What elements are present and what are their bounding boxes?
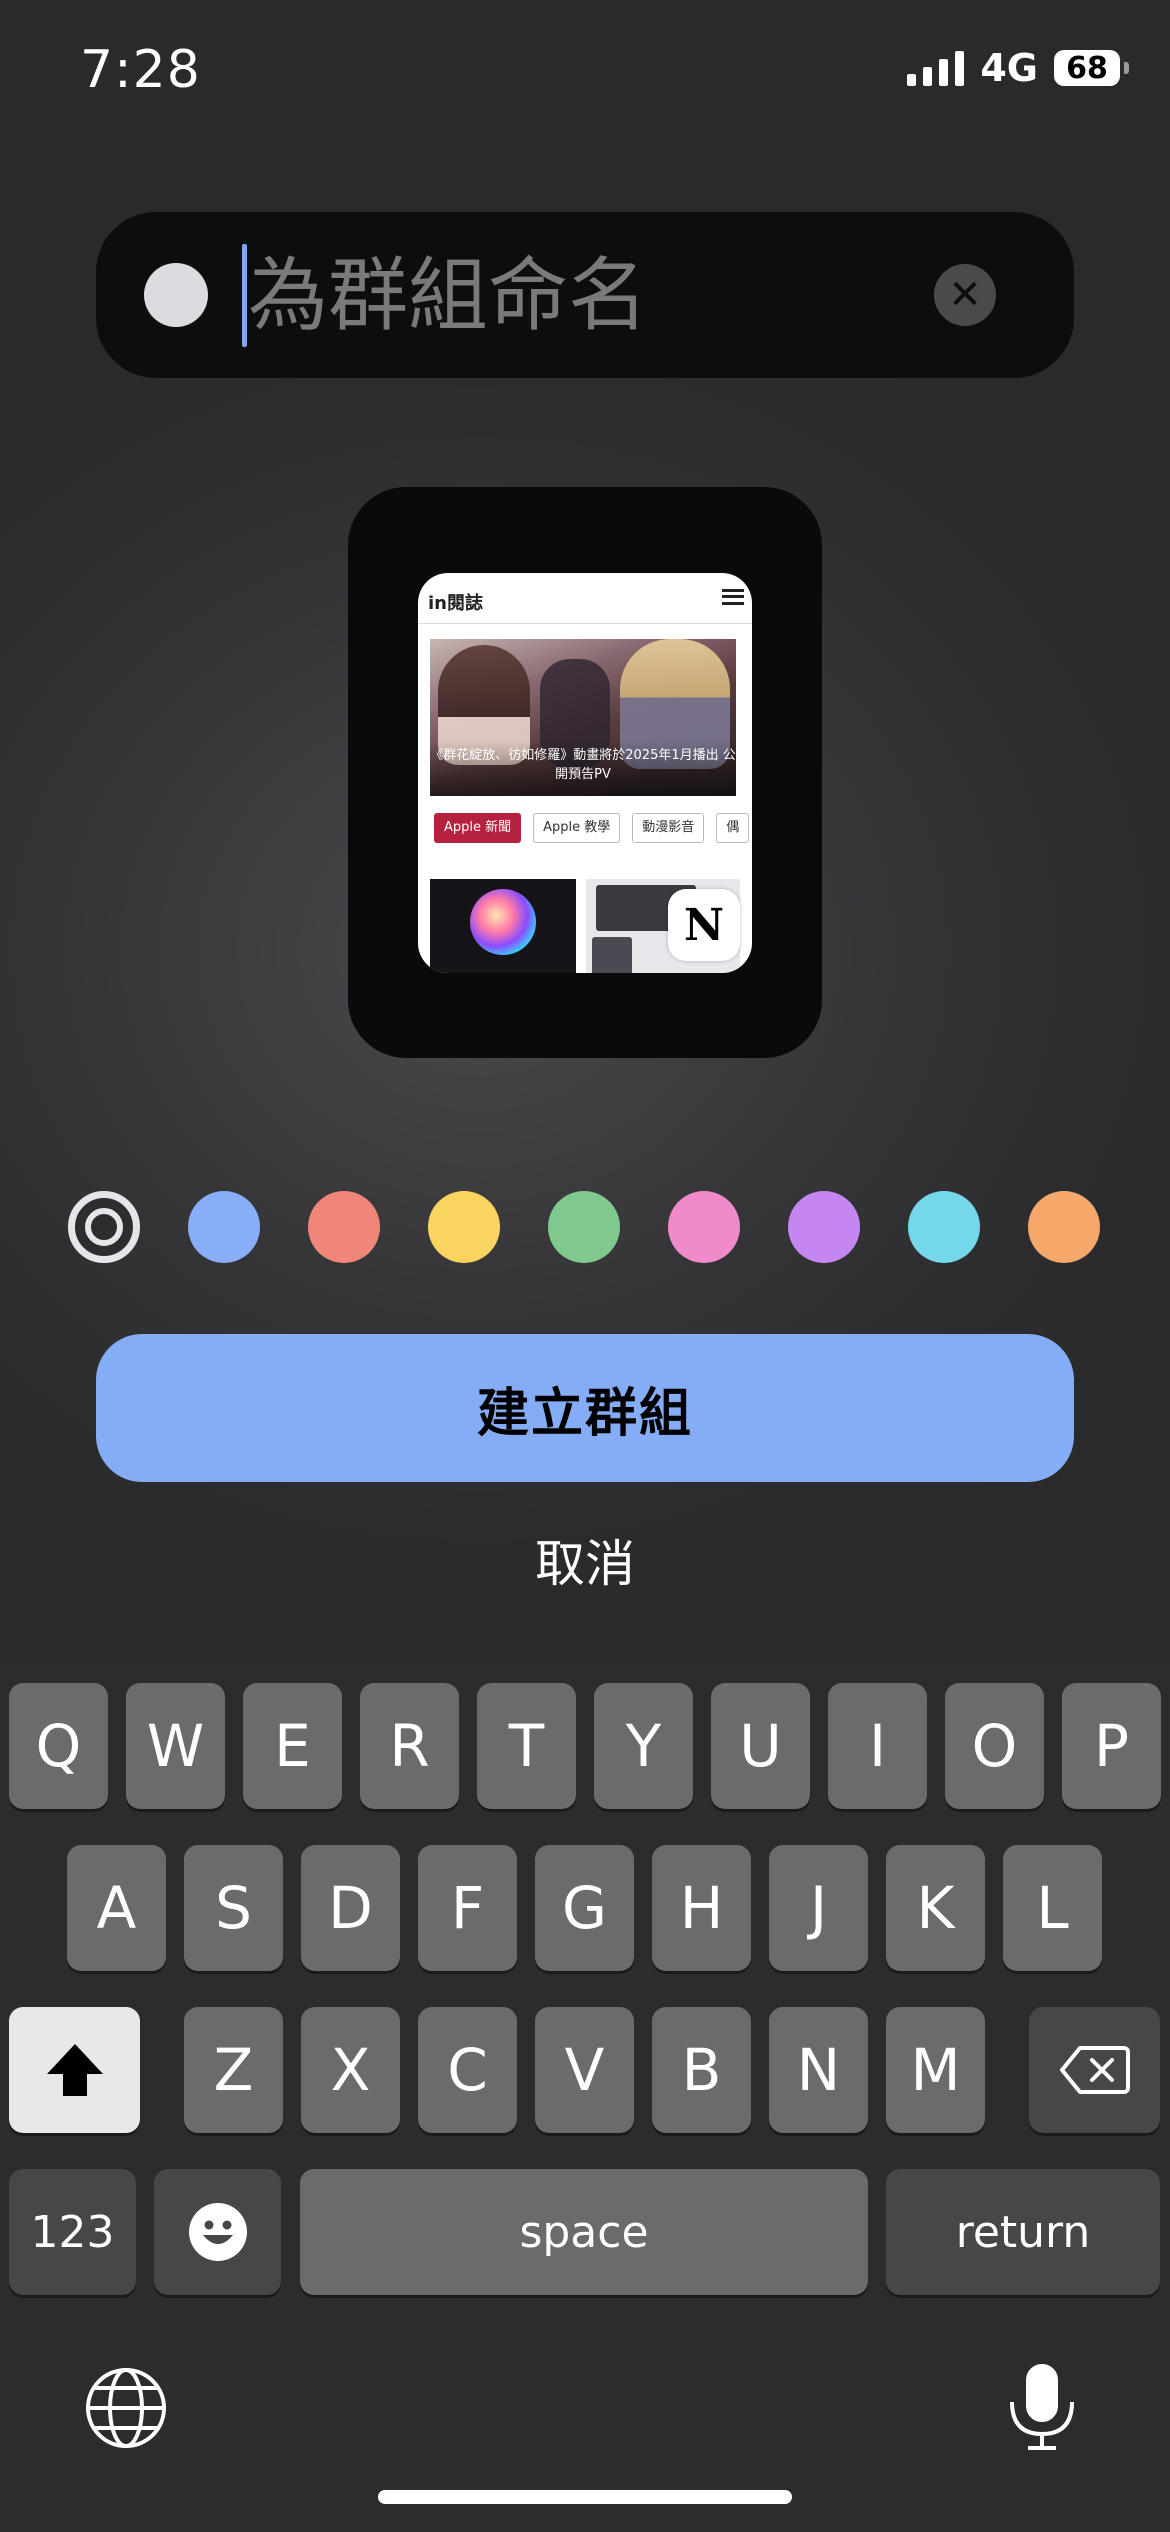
key-i[interactable]: I: [828, 1683, 927, 1809]
shift-key[interactable]: [9, 2007, 140, 2133]
color-swatch[interactable]: [308, 1191, 380, 1263]
key-h[interactable]: H: [652, 1845, 751, 1971]
color-swatch[interactable]: [548, 1191, 620, 1263]
network-type: 4G: [980, 46, 1038, 90]
key-s[interactable]: S: [184, 1845, 283, 1971]
tag: 偶: [716, 813, 750, 843]
key-m[interactable]: M: [886, 2007, 985, 2133]
group-name-input[interactable]: [248, 238, 898, 352]
globe-icon[interactable]: [84, 2366, 168, 2454]
tag: Apple 教學: [533, 813, 621, 843]
app-badge-icon: N: [668, 889, 740, 961]
hero-image: 《群花綻放、彷如修羅》動畫將於2025年1月播出 公開預告PV: [430, 639, 736, 796]
key-f[interactable]: F: [418, 1845, 517, 1971]
key-w[interactable]: W: [126, 1683, 225, 1809]
key-l[interactable]: L: [1003, 1845, 1102, 1971]
tag: 動漫影音: [632, 813, 705, 843]
category-tags: Apple 新聞 Apple 教學 動漫影音 偶: [434, 813, 750, 843]
color-swatch[interactable]: [908, 1191, 980, 1263]
backspace-icon: [1059, 2046, 1130, 2094]
microphone-icon[interactable]: [1004, 2362, 1080, 2458]
numbers-key[interactable]: 123: [9, 2169, 136, 2295]
key-j[interactable]: J: [769, 1845, 868, 1971]
key-v[interactable]: V: [535, 2007, 634, 2133]
battery-icon: 68: [1054, 50, 1129, 86]
clear-text-button[interactable]: ✕: [934, 264, 996, 326]
key-e[interactable]: E: [243, 1683, 342, 1809]
keyboard: Q W E R T Y U I O P A S D F G H J K L Z X C V B N M 123 space return: [0, 1658, 1170, 2532]
emoji-key[interactable]: [154, 2169, 281, 2295]
status-time: 7:28: [80, 40, 201, 100]
key-u[interactable]: U: [711, 1683, 810, 1809]
backspace-key[interactable]: [1029, 2007, 1160, 2133]
color-swatch[interactable]: [188, 1191, 260, 1263]
create-group-button[interactable]: 建立群組: [96, 1334, 1074, 1482]
color-swatch-none[interactable]: [68, 1191, 140, 1263]
key-o[interactable]: O: [945, 1683, 1044, 1809]
status-indicators: 4G 68: [907, 46, 1129, 90]
tag: Apple 新聞: [434, 813, 522, 843]
key-b[interactable]: B: [652, 2007, 751, 2133]
key-q[interactable]: Q: [9, 1683, 108, 1809]
tab-thumbnail: in閱誌 《群花綻放、彷如修羅》動畫將於2025年1月播出 公開預告PV App…: [418, 573, 752, 973]
key-z[interactable]: Z: [184, 2007, 283, 2133]
key-x[interactable]: X: [301, 2007, 400, 2133]
article-image-siri: [430, 879, 576, 973]
cancel-button[interactable]: 取消: [485, 1520, 685, 1600]
app-badge-letter: N: [683, 899, 725, 951]
group-color-indicator: [144, 263, 208, 327]
key-c[interactable]: C: [418, 2007, 517, 2133]
key-d[interactable]: D: [301, 1845, 400, 1971]
siri-orb-icon: [470, 889, 536, 955]
key-y[interactable]: Y: [594, 1683, 693, 1809]
space-key[interactable]: space: [300, 2169, 868, 2295]
key-p[interactable]: P: [1062, 1683, 1161, 1809]
key-a[interactable]: A: [67, 1845, 166, 1971]
hero-caption: 《群花綻放、彷如修羅》動畫將於2025年1月播出 公開預告PV: [430, 740, 736, 796]
color-swatch[interactable]: [788, 1191, 860, 1263]
key-n[interactable]: N: [769, 2007, 868, 2133]
home-indicator: [378, 2490, 792, 2504]
color-picker: [68, 1191, 1102, 1265]
cellular-signal-icon: [907, 50, 965, 86]
site-logo: in閱誌: [428, 593, 483, 614]
return-key[interactable]: return: [886, 2169, 1160, 2295]
key-r[interactable]: R: [360, 1683, 459, 1809]
menu-icon: [722, 589, 744, 605]
key-k[interactable]: K: [886, 1845, 985, 1971]
color-swatch[interactable]: [668, 1191, 740, 1263]
battery-level: 68: [1066, 50, 1108, 86]
color-swatch[interactable]: [428, 1191, 500, 1263]
shift-icon: [46, 2044, 103, 2096]
close-icon: ✕: [948, 272, 982, 318]
thumbnail-header: in閱誌: [418, 573, 752, 624]
color-swatch[interactable]: [1028, 1191, 1100, 1263]
emoji-icon: [188, 2203, 247, 2261]
key-t[interactable]: T: [477, 1683, 576, 1809]
key-g[interactable]: G: [535, 1845, 634, 1971]
board-shape: [592, 937, 632, 973]
text-cursor: [242, 244, 247, 347]
